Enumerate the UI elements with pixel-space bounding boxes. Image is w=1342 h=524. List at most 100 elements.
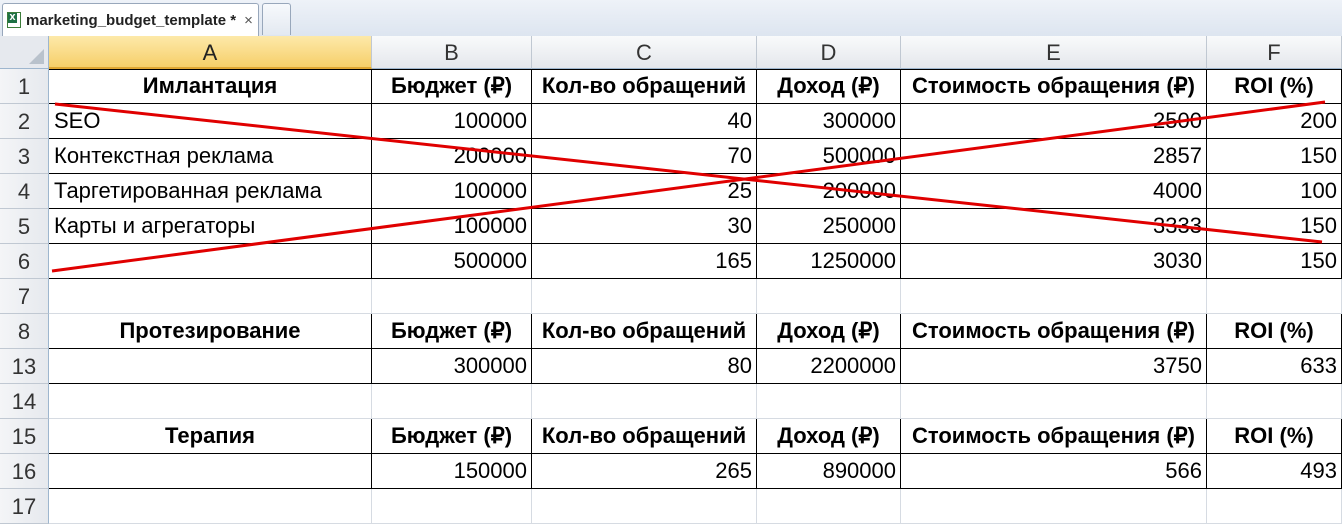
- cell-b1[interactable]: Бюджет (₽): [372, 69, 532, 104]
- cell-c4[interactable]: 25: [532, 174, 757, 209]
- cell-e6[interactable]: 3030: [901, 244, 1207, 279]
- cell-b16[interactable]: 150000: [372, 454, 532, 489]
- cell-c1[interactable]: Кол-во обращений: [532, 69, 757, 104]
- workbook-tab[interactable]: marketing_budget_template * ×: [2, 3, 259, 36]
- cell-a7[interactable]: [49, 279, 372, 314]
- cell-a3[interactable]: Контекстная реклама: [49, 139, 372, 174]
- cell-e14[interactable]: [901, 384, 1207, 419]
- cell-d3[interactable]: 500000: [757, 139, 901, 174]
- cell-f8[interactable]: ROI (%): [1207, 314, 1342, 349]
- cell-b15[interactable]: Бюджет (₽): [372, 419, 532, 454]
- cell-a16[interactable]: [49, 454, 372, 489]
- cell-a17[interactable]: [49, 489, 372, 524]
- cell-d6[interactable]: 1250000: [757, 244, 901, 279]
- cell-e13[interactable]: 3750: [901, 349, 1207, 384]
- cell-e3[interactable]: 2857: [901, 139, 1207, 174]
- column-header-a[interactable]: A: [49, 36, 372, 69]
- cell-f5[interactable]: 150: [1207, 209, 1342, 244]
- row-header-3[interactable]: 3: [0, 139, 49, 174]
- select-all-corner[interactable]: [0, 36, 49, 69]
- cell-a6[interactable]: [49, 244, 372, 279]
- row-header-16[interactable]: 16: [0, 454, 49, 489]
- row-header-2[interactable]: 2: [0, 104, 49, 139]
- cell-e17[interactable]: [901, 489, 1207, 524]
- cell-a1[interactable]: Имлантация: [49, 69, 372, 104]
- cell-c5[interactable]: 30: [532, 209, 757, 244]
- cell-b3[interactable]: 200000: [372, 139, 532, 174]
- column-header-b[interactable]: B: [372, 36, 532, 69]
- cell-b8[interactable]: Бюджет (₽): [372, 314, 532, 349]
- cell-d13[interactable]: 2200000: [757, 349, 901, 384]
- cell-b6[interactable]: 500000: [372, 244, 532, 279]
- close-icon[interactable]: ×: [244, 12, 253, 29]
- cell-c7[interactable]: [532, 279, 757, 314]
- cell-d5[interactable]: 250000: [757, 209, 901, 244]
- cell-f6[interactable]: 150: [1207, 244, 1342, 279]
- cell-b2[interactable]: 100000: [372, 104, 532, 139]
- row-header-17[interactable]: 17: [0, 489, 49, 524]
- cell-b4[interactable]: 100000: [372, 174, 532, 209]
- row-header-13[interactable]: 13: [0, 349, 49, 384]
- cell-e1[interactable]: Стоимость обращения (₽): [901, 69, 1207, 104]
- cell-c17[interactable]: [532, 489, 757, 524]
- cell-f4[interactable]: 100: [1207, 174, 1342, 209]
- cell-d4[interactable]: 200000: [757, 174, 901, 209]
- cell-c15[interactable]: Кол-во обращений: [532, 419, 757, 454]
- cell-a5[interactable]: Карты и агрегаторы: [49, 209, 372, 244]
- row-header-5[interactable]: 5: [0, 209, 49, 244]
- row-header-15[interactable]: 15: [0, 419, 49, 454]
- cell-f13[interactable]: 633: [1207, 349, 1342, 384]
- cell-f14[interactable]: [1207, 384, 1342, 419]
- cell-a15[interactable]: Терапия: [49, 419, 372, 454]
- cell-f15[interactable]: ROI (%): [1207, 419, 1342, 454]
- cell-f3[interactable]: 150: [1207, 139, 1342, 174]
- cell-b17[interactable]: [372, 489, 532, 524]
- cell-e16[interactable]: 566: [901, 454, 1207, 489]
- cell-e4[interactable]: 4000: [901, 174, 1207, 209]
- cell-a4[interactable]: Таргетированная реклама: [49, 174, 372, 209]
- cell-a13[interactable]: [49, 349, 372, 384]
- new-tab-button[interactable]: [262, 3, 291, 35]
- column-header-e[interactable]: E: [901, 36, 1207, 69]
- cell-d2[interactable]: 300000: [757, 104, 901, 139]
- cell-f17[interactable]: [1207, 489, 1342, 524]
- cell-d16[interactable]: 890000: [757, 454, 901, 489]
- cell-e8[interactable]: Стоимость обращения (₽): [901, 314, 1207, 349]
- cell-e5[interactable]: 3333: [901, 209, 1207, 244]
- cell-d7[interactable]: [757, 279, 901, 314]
- cell-a8[interactable]: Протезирование: [49, 314, 372, 349]
- cell-e2[interactable]: 2500: [901, 104, 1207, 139]
- cell-b5[interactable]: 100000: [372, 209, 532, 244]
- cell-a14[interactable]: [49, 384, 372, 419]
- cell-e7[interactable]: [901, 279, 1207, 314]
- column-header-d[interactable]: D: [757, 36, 901, 69]
- row-header-7[interactable]: 7: [0, 279, 49, 314]
- column-header-f[interactable]: F: [1207, 36, 1342, 69]
- cell-f7[interactable]: [1207, 279, 1342, 314]
- cell-b7[interactable]: [372, 279, 532, 314]
- cell-c16[interactable]: 265: [532, 454, 757, 489]
- cell-c14[interactable]: [532, 384, 757, 419]
- cell-d14[interactable]: [757, 384, 901, 419]
- cell-f1[interactable]: ROI (%): [1207, 69, 1342, 104]
- cell-d17[interactable]: [757, 489, 901, 524]
- row-header-6[interactable]: 6: [0, 244, 49, 279]
- cell-c13[interactable]: 80: [532, 349, 757, 384]
- row-header-1[interactable]: 1: [0, 69, 49, 104]
- cell-c3[interactable]: 70: [532, 139, 757, 174]
- cell-d15[interactable]: Доход (₽): [757, 419, 901, 454]
- cell-b13[interactable]: 300000: [372, 349, 532, 384]
- cell-f2[interactable]: 200: [1207, 104, 1342, 139]
- cell-b14[interactable]: [372, 384, 532, 419]
- row-header-8[interactable]: 8: [0, 314, 49, 349]
- cell-a2[interactable]: SEO: [49, 104, 372, 139]
- cell-c2[interactable]: 40: [532, 104, 757, 139]
- cell-c8[interactable]: Кол-во обращений: [532, 314, 757, 349]
- cell-d1[interactable]: Доход (₽): [757, 69, 901, 104]
- row-header-14[interactable]: 14: [0, 384, 49, 419]
- column-header-c[interactable]: C: [532, 36, 757, 69]
- cell-f16[interactable]: 493: [1207, 454, 1342, 489]
- cell-c6[interactable]: 165: [532, 244, 757, 279]
- row-header-4[interactable]: 4: [0, 174, 49, 209]
- cell-e15[interactable]: Стоимость обращения (₽): [901, 419, 1207, 454]
